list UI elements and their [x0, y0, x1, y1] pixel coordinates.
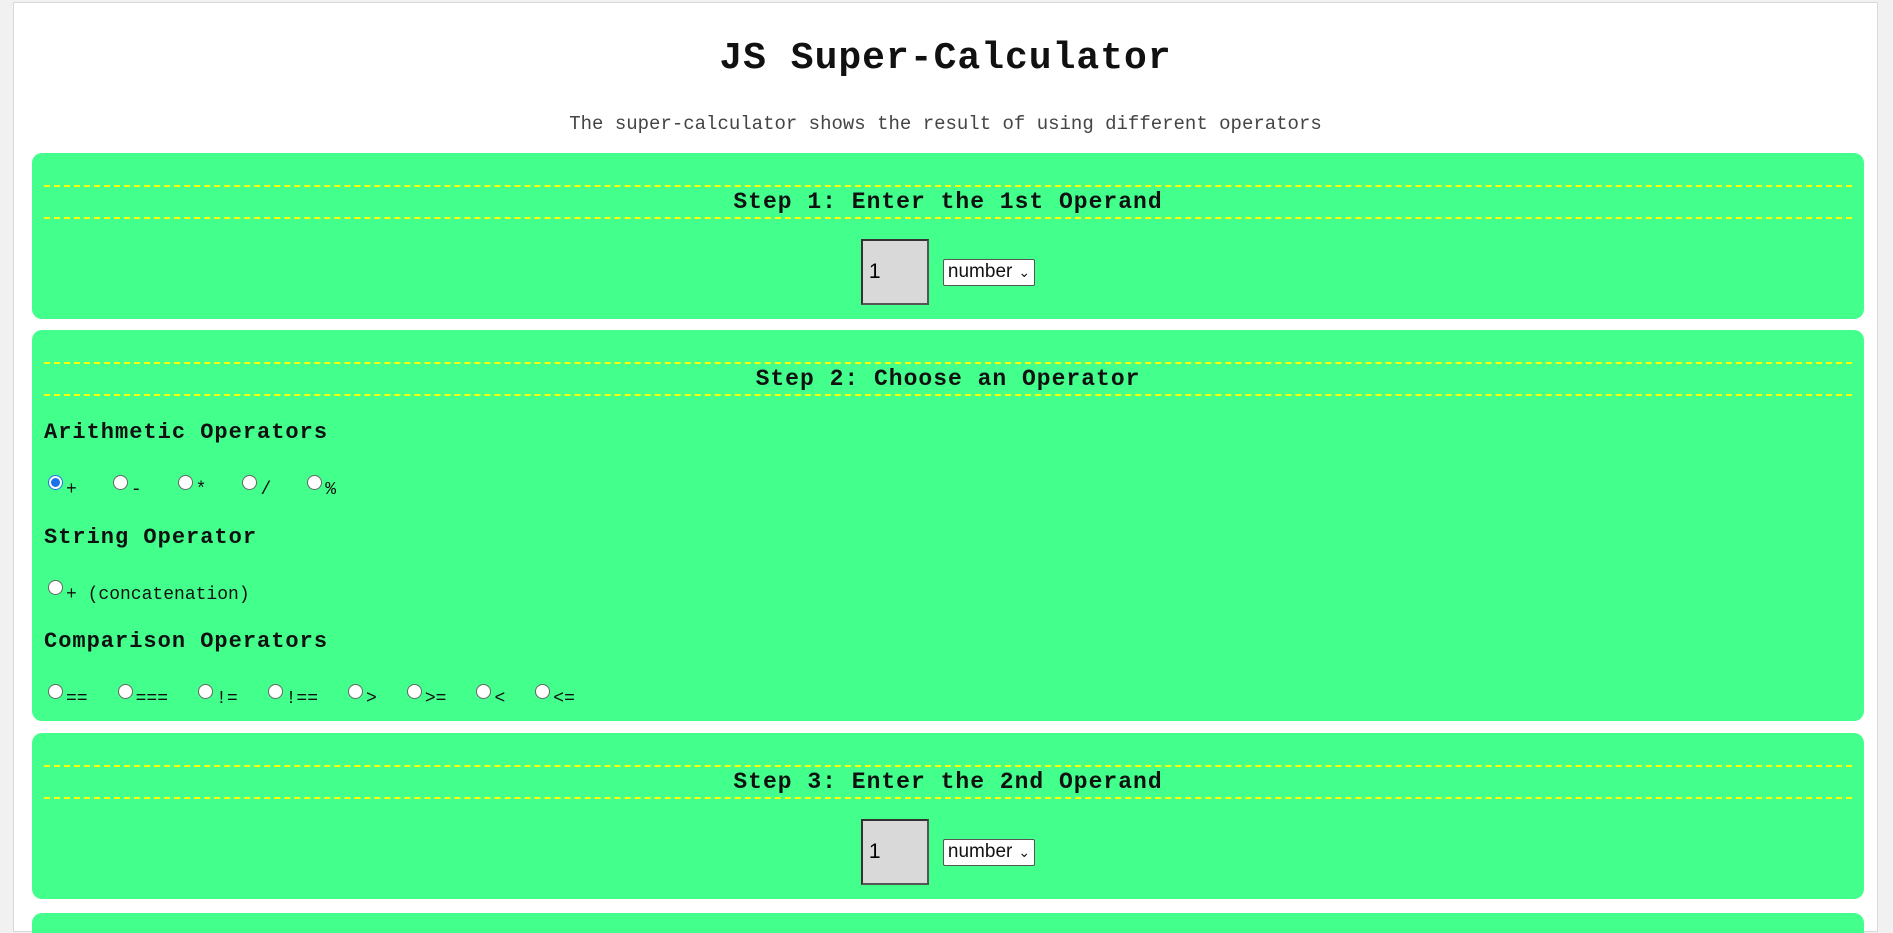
- radio-button[interactable]: [48, 684, 63, 699]
- radio-label: !==: [285, 689, 319, 709]
- radio-label: -: [130, 480, 142, 500]
- radio-option-minus[interactable]: -: [112, 475, 142, 500]
- radio-button[interactable]: [242, 475, 258, 490]
- operand2-input[interactable]: [860, 819, 929, 885]
- radio-button[interactable]: [117, 684, 133, 699]
- radio-button[interactable]: [198, 684, 214, 699]
- radio-label: +: [66, 480, 77, 500]
- radio-option-greater-equal[interactable]: >=: [406, 684, 447, 709]
- radio-button[interactable]: [535, 684, 551, 699]
- operand1-type-select[interactable]: number ⌄: [942, 258, 1036, 286]
- step3-heading: Step 3: Enter the 2nd Operand: [44, 765, 1852, 799]
- radio-option-strict-equal[interactable]: ===: [117, 684, 169, 709]
- page-title: JS Super-Calculator: [719, 37, 1172, 80]
- radio-label: *: [195, 480, 207, 500]
- radio-label: <: [494, 689, 506, 709]
- operand1-input[interactable]: [860, 239, 929, 305]
- next-step-panel: [32, 913, 1864, 933]
- string-operator-label: String Operator: [44, 525, 258, 550]
- step3-operand-row: number ⌄: [44, 819, 1852, 885]
- radio-button[interactable]: [267, 684, 283, 699]
- radio-button[interactable]: [307, 475, 323, 490]
- radio-label: <=: [553, 689, 575, 709]
- radio-label: >: [366, 689, 377, 709]
- radio-label: ===: [135, 689, 169, 709]
- radio-button[interactable]: [48, 580, 63, 595]
- radio-label: %: [325, 480, 337, 500]
- chevron-down-icon: ⌄: [1018, 843, 1031, 860]
- radio-button[interactable]: [48, 475, 63, 490]
- radio-label: /: [260, 480, 272, 500]
- step2-heading: Step 2: Choose an Operator: [44, 362, 1852, 396]
- string-operator-group: + (concatenation): [48, 580, 284, 605]
- step1-panel: Step 1: Enter the 1st Operand number ⌄: [32, 153, 1864, 319]
- radio-option-greater[interactable]: >: [348, 684, 377, 709]
- radio-label: + (concatenation): [66, 585, 250, 605]
- radio-option-less-equal[interactable]: <=: [535, 684, 575, 709]
- arithmetic-operators-group: + - * / %: [48, 475, 370, 500]
- radio-button[interactable]: [348, 684, 364, 699]
- radio-option-not-equal[interactable]: !=: [198, 684, 238, 709]
- radio-button[interactable]: [476, 684, 492, 699]
- radio-label: >=: [424, 689, 447, 709]
- radio-label: ==: [66, 689, 88, 709]
- page-subtitle: The super-calculator shows the result of…: [569, 113, 1322, 135]
- chevron-down-icon: ⌄: [1018, 263, 1031, 280]
- step3-panel: Step 3: Enter the 2nd Operand number ⌄: [32, 733, 1864, 899]
- comparison-operators-label: Comparison Operators: [44, 629, 329, 654]
- radio-label: !=: [216, 689, 238, 709]
- radio-option-equal[interactable]: ==: [48, 684, 88, 709]
- step1-heading: Step 1: Enter the 1st Operand: [44, 185, 1852, 219]
- operand1-type-value: number: [947, 261, 1013, 282]
- radio-option-strict-not-equal[interactable]: !==: [267, 684, 319, 709]
- radio-button[interactable]: [112, 475, 128, 490]
- comparison-operators-group: == === != !== > >= < <=: [48, 684, 609, 709]
- radio-option-less[interactable]: <: [476, 684, 505, 709]
- radio-option-multiply[interactable]: *: [177, 475, 207, 500]
- step2-panel: Step 2: Choose an Operator Arithmetic Op…: [32, 330, 1864, 721]
- operand2-type-value: number: [947, 841, 1013, 862]
- radio-option-divide[interactable]: /: [242, 475, 271, 500]
- radio-option-modulo[interactable]: %: [307, 475, 336, 500]
- arithmetic-operators-label: Arithmetic Operators: [44, 420, 329, 445]
- operand2-type-select[interactable]: number ⌄: [942, 838, 1036, 866]
- radio-button[interactable]: [177, 475, 193, 490]
- radio-option-concatenation[interactable]: + (concatenation): [48, 580, 250, 605]
- radio-button[interactable]: [406, 684, 422, 699]
- radio-option-plus[interactable]: +: [48, 475, 77, 500]
- step1-operand-row: number ⌄: [44, 239, 1852, 305]
